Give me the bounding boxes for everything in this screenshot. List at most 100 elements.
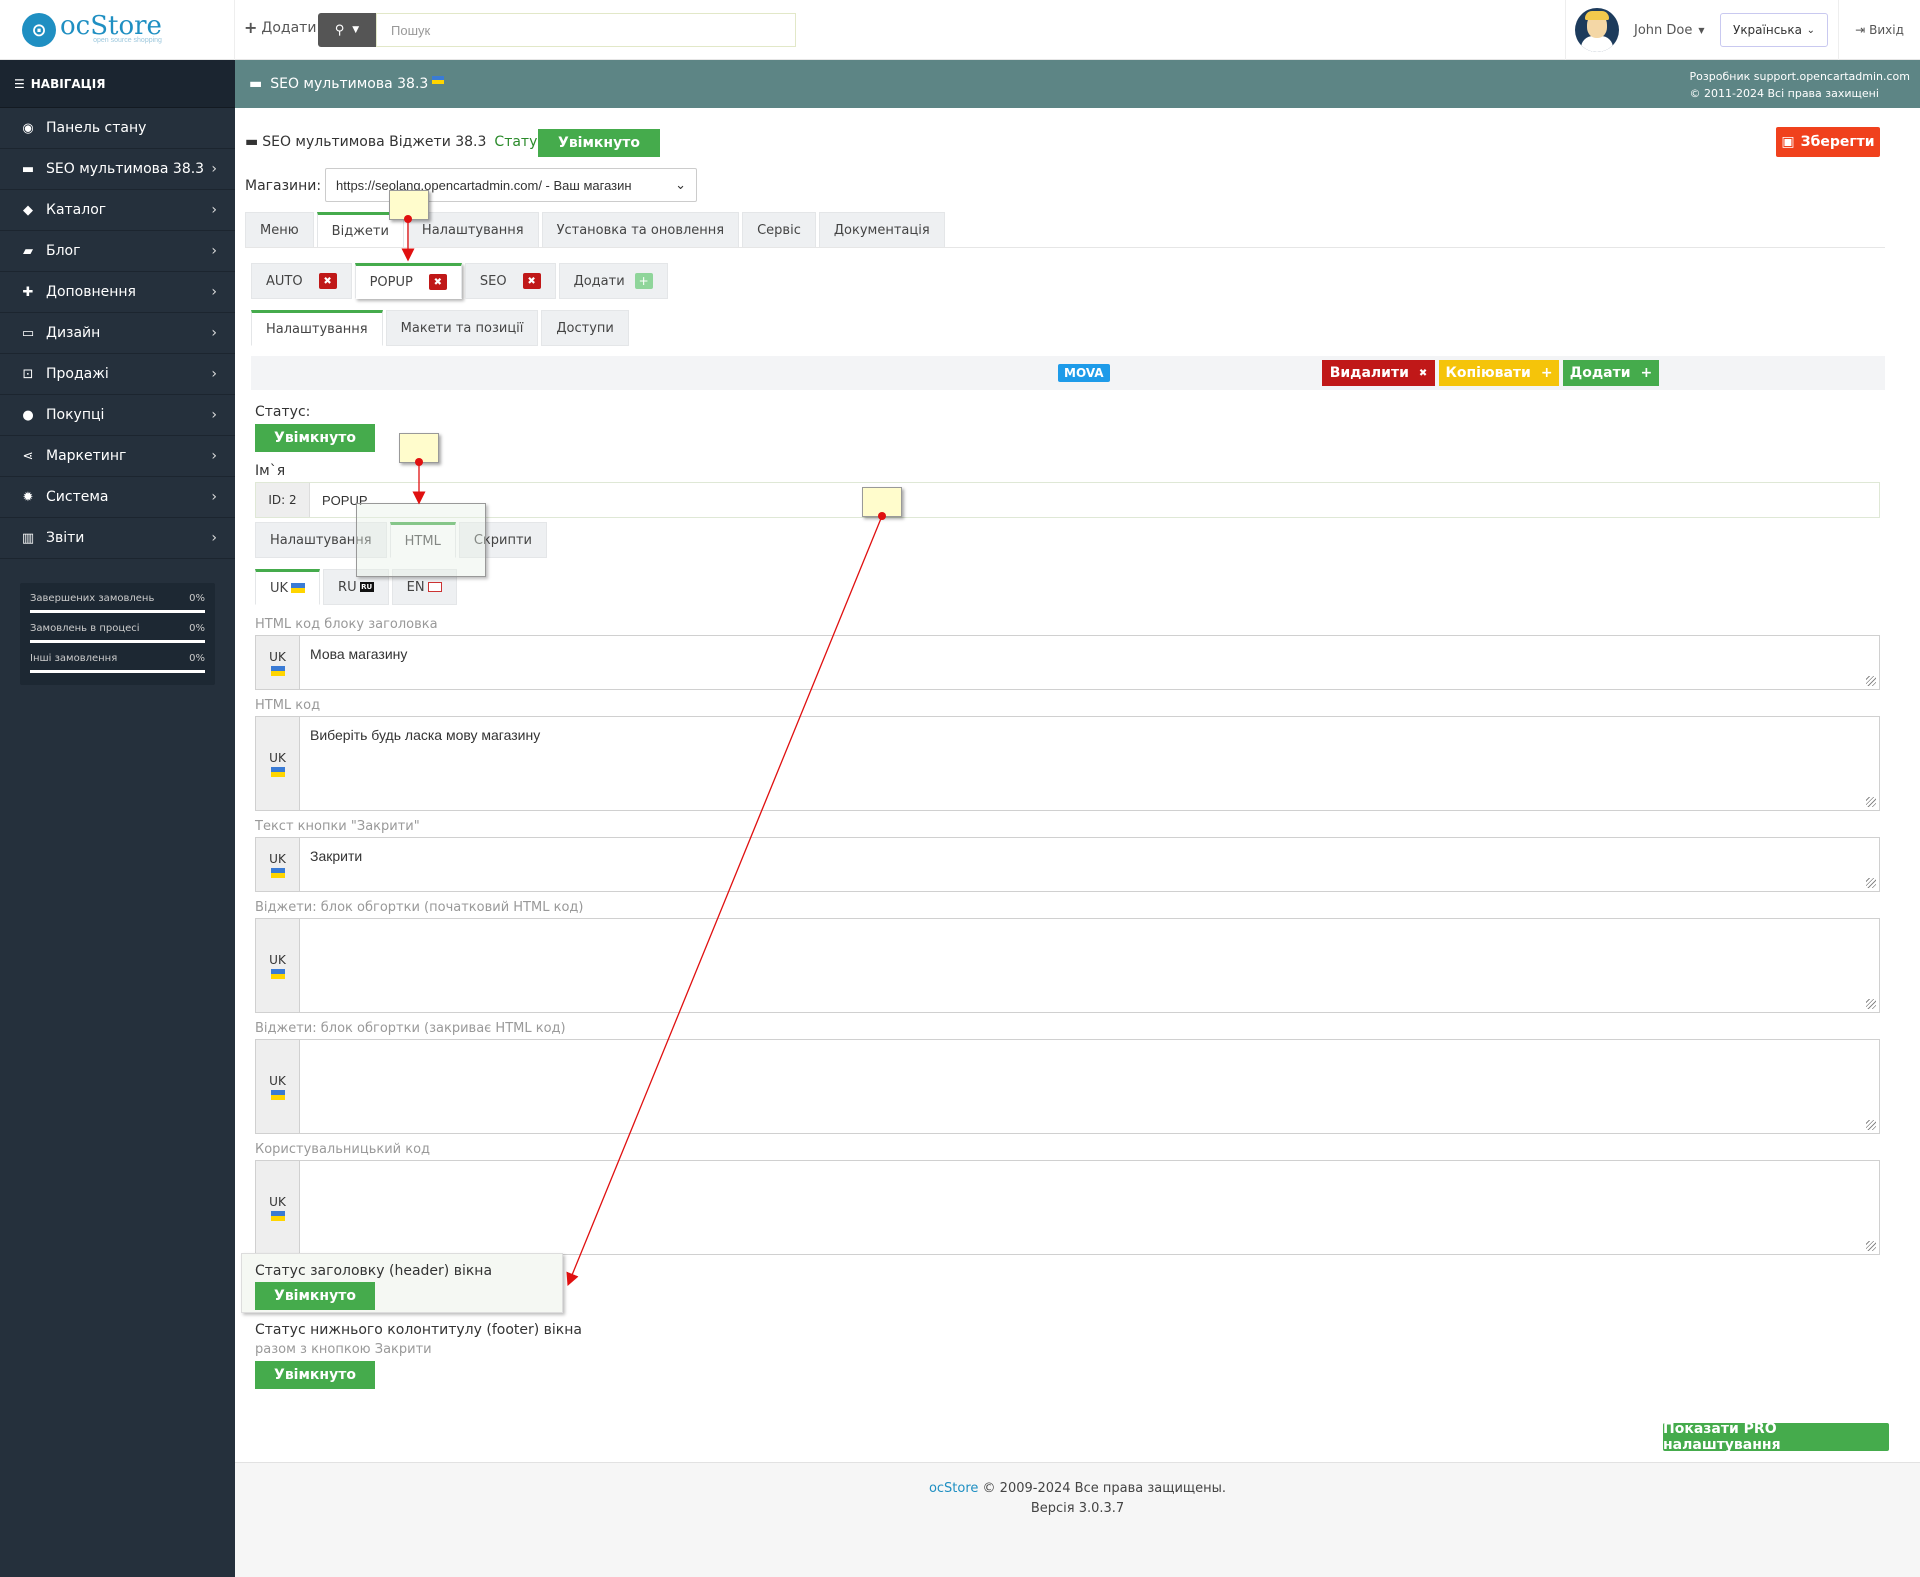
sidebar-item-marketing[interactable]: ⋖ Маркетинг ›	[0, 436, 235, 477]
chevron-right-icon: ›	[211, 243, 217, 259]
add-button[interactable]: + Додати	[244, 18, 316, 37]
save-button[interactable]: ▣ Зберегти	[1776, 127, 1880, 157]
chart-icon: ▥	[21, 530, 35, 546]
resize-grip-icon[interactable]	[1866, 999, 1876, 1009]
logo[interactable]: ⊙ ocStore open source shopping	[0, 0, 235, 60]
sidebar-item-system[interactable]: ✹ Система ›	[0, 477, 235, 518]
footer-status-hint: разом з кнопкою Закрити	[255, 1342, 432, 1357]
chevron-down-icon: ⌄	[675, 177, 686, 192]
name-input[interactable]: POPUP	[310, 493, 1879, 508]
chevron-right-icon: ›	[211, 325, 217, 341]
sidebar-item-extensions[interactable]: ✚ Доповнення ›	[0, 272, 235, 313]
widget-tab-auto[interactable]: AUTO ✖	[251, 263, 352, 299]
search-input[interactable]: Пошук	[376, 13, 796, 47]
custom-code-field: UK	[255, 1160, 1880, 1255]
breadcrumb: ▬ SEO мультимова 38.3 Розробник support.…	[235, 60, 1920, 108]
sub-tab-settings[interactable]: Налаштування	[251, 310, 383, 346]
header-status-toggle[interactable]: Увімкнуто	[255, 1282, 375, 1310]
tab-menu[interactable]: Меню	[245, 212, 314, 248]
close-icon[interactable]: ✖	[428, 274, 447, 290]
footer-status-toggle[interactable]: Увімкнуто	[255, 1361, 375, 1389]
tab-divider	[245, 247, 1885, 248]
gear-icon: ✹	[22, 489, 34, 505]
add-widget-button[interactable]: Додати +	[1563, 360, 1659, 386]
wrap-open-field: UK	[255, 918, 1880, 1013]
widget-tab-popup[interactable]: POPUP ✖	[354, 263, 462, 299]
wrap-open-textarea[interactable]	[300, 919, 1879, 1012]
annotation-note	[399, 433, 439, 463]
sidebar-item-blog[interactable]: ▰ Блог ›	[0, 231, 235, 272]
annotation-note	[862, 487, 902, 517]
sidebar-item-dashboard[interactable]: ◉ Панель стану	[0, 108, 235, 149]
module-status-toggle[interactable]: Увімкнуто	[538, 129, 660, 157]
sidebar-item-seo[interactable]: ▬ SEO мультимова 38.3 ›	[0, 149, 235, 190]
england-flag-icon	[427, 582, 442, 592]
lang-prefix: UK	[256, 717, 300, 810]
ukraine-flag-icon	[270, 968, 285, 979]
header-html-textarea[interactable]: Мова магазину	[300, 636, 1879, 689]
sidebar-item-customers[interactable]: ● Покупці ›	[0, 395, 235, 436]
lang-prefix: UK	[256, 636, 300, 689]
stat-other: Інші замовлення 0%	[30, 649, 205, 679]
wrap-close-textarea[interactable]	[300, 1040, 1879, 1133]
sub-tab-layouts[interactable]: Макети та позиції	[385, 310, 539, 346]
book-icon: ▰	[23, 243, 33, 259]
widget-tab-seo[interactable]: SEO ✖	[464, 263, 556, 299]
store-select[interactable]: https://seolang.opencartadmin.com/ - Ваш…	[325, 168, 697, 202]
resize-grip-icon[interactable]	[1866, 1120, 1876, 1130]
cart-icon: ⊡	[22, 366, 34, 382]
delete-button[interactable]: Видалити ✖	[1322, 360, 1435, 386]
language-select[interactable]: Українська ⌄	[1720, 13, 1828, 47]
nav-header[interactable]: ☰ НАВІГАЦІЯ	[0, 60, 235, 108]
status-toggle[interactable]: Увімкнуто	[255, 424, 375, 452]
close-icon: ✖	[1418, 367, 1428, 379]
tags-icon: ◆	[23, 202, 33, 218]
resize-grip-icon[interactable]	[1866, 878, 1876, 888]
search-button[interactable]: ⚲ ▼	[318, 13, 376, 47]
main-content: ▬ SEO мультимова 38.3 Розробник support.…	[235, 60, 1920, 1577]
field-label-close-text: Текст кнопки "Закрити"	[255, 819, 420, 834]
widget-toolbar: MOVA Видалити ✖ Копіювати + Додати +	[251, 356, 1885, 390]
sidebar-item-sales[interactable]: ⊡ Продажі ›	[0, 354, 235, 395]
close-text-textarea[interactable]: Закрити	[300, 838, 1879, 891]
close-icon[interactable]: ✖	[522, 273, 541, 289]
window-icon: ▬	[249, 76, 263, 92]
user-name: John Doe	[1634, 22, 1693, 38]
resize-grip-icon[interactable]	[1866, 797, 1876, 807]
field-label-html: HTML код	[255, 698, 321, 713]
tab-install[interactable]: Установка та оновлення	[541, 212, 740, 248]
footer-brand-link[interactable]: ocStore	[929, 1481, 978, 1496]
html-textarea[interactable]: Виберіть будь ласка мову магазину	[300, 717, 1879, 810]
close-icon[interactable]: ✖	[318, 273, 337, 289]
logout-link[interactable]: ⇥ Вихід	[1838, 0, 1920, 60]
show-pro-settings-button[interactable]: Показати PRO налаштування	[1663, 1421, 1889, 1453]
field-label-wrap-open: Віджети: блок обгортки (початковий HTML …	[255, 900, 584, 915]
chevron-right-icon: ›	[211, 366, 217, 382]
user-menu[interactable]: John Doe ▼	[1565, 0, 1720, 60]
lang-tab-uk[interactable]: UK	[255, 569, 321, 605]
status-field-label: Статус:	[255, 404, 311, 420]
caret-down-icon: ▼	[1698, 25, 1705, 35]
ukraine-flag-icon	[270, 1089, 285, 1100]
tab-service[interactable]: Сервіс	[742, 212, 816, 248]
chevron-right-icon: ›	[211, 161, 217, 177]
sidebar-item-design[interactable]: ▭ Дизайн ›	[0, 313, 235, 354]
sidebar-item-catalog[interactable]: ◆ Каталог ›	[0, 190, 235, 231]
wrap-close-field: UK	[255, 1039, 1880, 1134]
copy-button[interactable]: Копіювати +	[1439, 360, 1559, 386]
sidebar-item-reports[interactable]: ▥ Звіти ›	[0, 518, 235, 559]
footer-status-label: Статус нижнього колонтитулу (footer) вік…	[255, 1322, 582, 1338]
chevron-right-icon: ›	[211, 202, 217, 218]
resize-grip-icon[interactable]	[1866, 1241, 1876, 1251]
main-tabs: Меню Віджети Налаштування Установка та о…	[245, 212, 948, 248]
chevron-right-icon: ›	[211, 448, 217, 464]
ukraine-flag-icon	[270, 1210, 285, 1221]
custom-code-textarea[interactable]	[300, 1161, 1879, 1254]
id-prefix: ID: 2	[256, 483, 310, 517]
order-stats: Завершених замовлень 0% Замовлень в проце…	[20, 583, 215, 685]
field-label-wrap-close: Віджети: блок обгортки (закриває HTML ко…	[255, 1021, 566, 1036]
widget-tab-add[interactable]: Додати +	[558, 263, 668, 299]
resize-grip-icon[interactable]	[1866, 676, 1876, 686]
tab-docs[interactable]: Документація	[818, 212, 945, 248]
sub-tab-access[interactable]: Доступи	[541, 310, 629, 346]
